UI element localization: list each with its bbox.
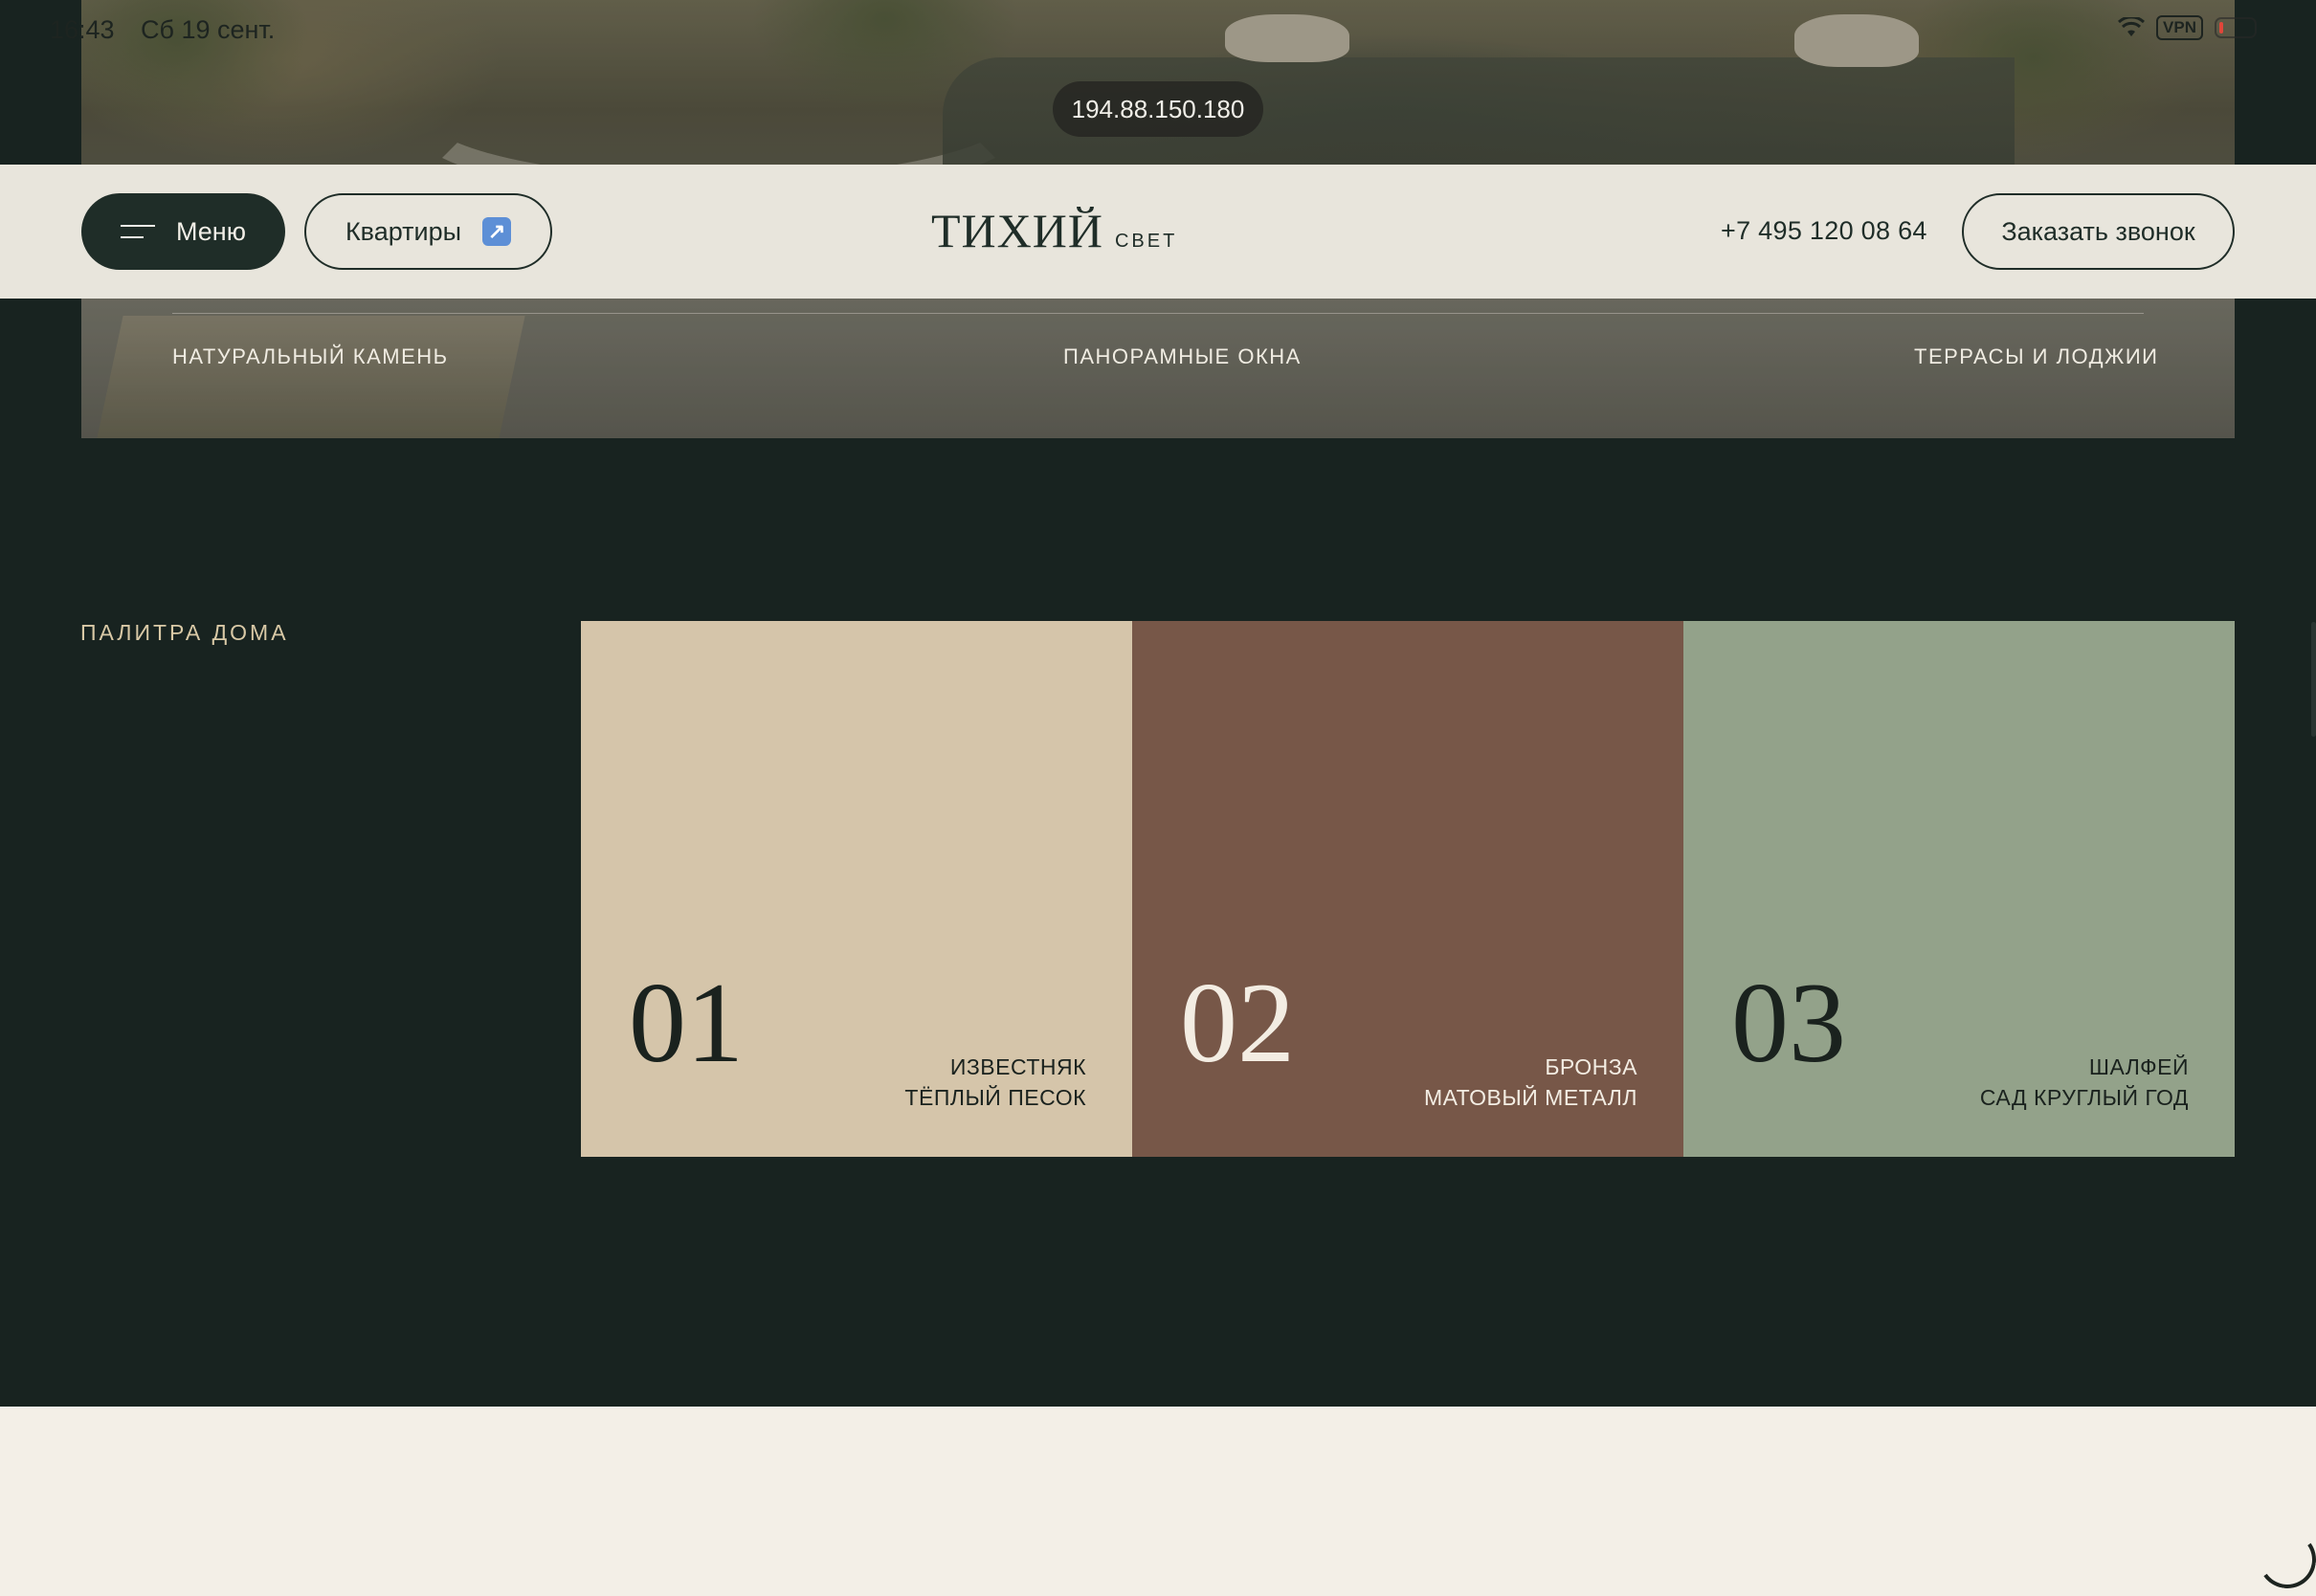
palette-swatches: 01 ИЗВЕСТНЯК ТЁПЛЫЙ ПЕСОК 02 БРОНЗА МАТО… [581, 621, 2235, 1157]
feature-windows: ПАНОРАМНЫЕ ОКНА [1063, 344, 1302, 368]
swatch-number: 01 [629, 959, 744, 1086]
swatch-subtitle: САД КРУГЛЫЙ ГОД [1979, 1085, 2189, 1110]
swatch-title: ШАЛФЕЙ [2088, 1054, 2189, 1079]
vpn-badge: VPN [2156, 15, 2203, 40]
menu-button[interactable]: Меню [81, 193, 285, 270]
menu-icon [121, 223, 155, 240]
feature-terraces: ТЕРРАСЫ И ЛОДЖИИ [1914, 344, 2159, 368]
swatch-sage[interactable]: 03 ШАЛФЕЙ САД КРУГЛЫЙ ГОД [1683, 621, 2235, 1157]
battery-icon [2215, 17, 2257, 38]
swatch-subtitle: МАТОВЫЙ МЕТАЛЛ [1423, 1085, 1637, 1110]
swatch-limestone[interactable]: 01 ИЗВЕСТНЯК ТЁПЛЫЙ ПЕСОК [581, 621, 1132, 1157]
wifi-icon [2118, 17, 2146, 36]
swatch-bronze[interactable]: 02 БРОНЗА МАТОВЫЙ МЕТАЛЛ [1132, 621, 1683, 1157]
swatch-number: 02 [1180, 959, 1295, 1086]
swatch-title: ИЗВЕСТНЯК [949, 1054, 1086, 1079]
feature-stone: НАТУРАЛЬНЫЙ КАМЕНЬ [172, 344, 449, 368]
logo-main: ТИХИЙ [931, 204, 1103, 257]
arrow-up-right-icon: ↗ [482, 217, 512, 246]
swatch-caption: ШАЛФЕЙ САД КРУГЛЫЙ ГОД [1980, 1052, 2189, 1113]
logo[interactable]: ТИХИЙ СВЕТ [931, 203, 1177, 258]
logo-sub: СВЕТ [1114, 231, 1178, 252]
status-icons: VPN [2118, 15, 2257, 40]
feature-divider [172, 313, 2144, 314]
apartments-button[interactable]: Квартиры ↗ [304, 193, 552, 270]
next-section [0, 1407, 2316, 1596]
phone-link[interactable]: +7 495 120 08 64 [1721, 216, 1927, 246]
scrollbar[interactable] [2311, 622, 2316, 737]
palette-label: ПАЛИТРА ДОМА [80, 620, 289, 645]
site-header: Меню Квартиры ↗ ТИХИЙ СВЕТ +7 495 120 08… [0, 165, 2316, 299]
apartments-label: Квартиры [345, 216, 462, 246]
callback-button[interactable]: Заказать звонок [1962, 193, 2235, 270]
status-date: Сб 19 сент. [141, 15, 276, 44]
status-time: 16:43 [50, 15, 115, 44]
swatch-title: БРОНЗА [1545, 1054, 1637, 1079]
swatch-caption: ИЗВЕСТНЯК ТЁПЛЫЙ ПЕСОК [904, 1052, 1086, 1113]
swatch-caption: БРОНЗА МАТОВЫЙ МЕТАЛЛ [1424, 1052, 1637, 1113]
swatch-number: 03 [1731, 959, 1846, 1086]
menu-label: Меню [176, 216, 246, 246]
swatch-subtitle: ТЁПЛЫЙ ПЕСОК [904, 1085, 1086, 1110]
address-bar[interactable]: 194.88.150.180 [1053, 81, 1263, 137]
